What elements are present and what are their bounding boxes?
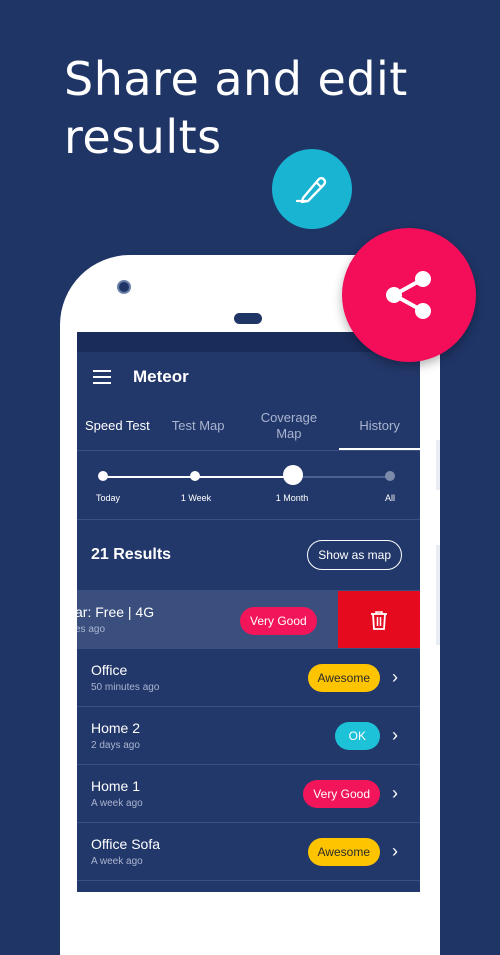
list-item[interactable]: Home 2 2 days ago OK › <box>77 707 420 765</box>
phone-speaker <box>234 313 262 324</box>
slider-label-month: 1 Month <box>275 493 309 503</box>
slider-thumb[interactable] <box>283 465 303 485</box>
row-title: Home 1 <box>91 778 141 794</box>
row-time: A week ago <box>91 856 143 867</box>
row-title: Office Sofa <box>91 836 161 852</box>
slider-label-today: Today <box>95 493 121 503</box>
status-badge: Very Good <box>303 779 380 808</box>
list-item[interactable]: Office Sofa A week ago Awesome › <box>77 823 420 881</box>
status-badge: Awesome <box>307 663 380 692</box>
status-badge: OK <box>334 721 380 750</box>
row-title: ar: Free | 4G <box>77 604 155 620</box>
app-screen: Meteor Speed Test Test Map Coverage Map … <box>77 332 420 892</box>
share-icon <box>386 271 431 319</box>
row-time: 2 days ago <box>91 740 140 751</box>
app-title: Meteor <box>133 367 189 386</box>
slider-stop-all[interactable] <box>385 471 395 481</box>
row-title: Home 2 <box>91 720 141 736</box>
phone-side-button <box>436 545 440 645</box>
phone-camera <box>117 280 131 294</box>
show-as-map-button[interactable]: Show as map <box>307 540 402 570</box>
headline: Share and edit results <box>64 52 408 164</box>
status-badge: Very Good <box>240 607 317 635</box>
results-header: 21 Results Show as map <box>77 520 420 591</box>
share-button[interactable] <box>342 228 476 362</box>
swiped-result-row[interactable]: ar: Free | 4G es ago Very Good <box>77 591 420 649</box>
slider-label-all: All <box>384 493 396 503</box>
tab-test-map[interactable]: Test Map <box>158 402 239 450</box>
slider-label-week: 1 Week <box>180 493 212 503</box>
chevron-right-icon: › <box>392 725 398 745</box>
row-time: A week ago <box>91 798 143 809</box>
row-time: es ago <box>77 624 106 635</box>
status-badge: Awesome <box>307 837 380 866</box>
chevron-right-icon: › <box>392 841 398 861</box>
list-item[interactable]: Home 1 A week ago Very Good › <box>77 765 420 823</box>
slider-stop-week[interactable] <box>190 471 200 481</box>
tab-speed-test[interactable]: Speed Test <box>77 402 158 450</box>
app-bar: Meteor <box>77 352 420 402</box>
list-item[interactable]: Office 50 minutes ago Awesome › <box>77 649 420 707</box>
menu-icon[interactable] <box>93 370 111 384</box>
tab-bar: Speed Test Test Map Coverage Map History <box>77 402 420 451</box>
tab-coverage-map[interactable]: Coverage Map <box>239 402 340 450</box>
delete-button[interactable] <box>338 591 420 648</box>
row-time: 50 minutes ago <box>91 682 160 693</box>
edit-button[interactable] <box>272 149 352 229</box>
chevron-right-icon: › <box>392 783 398 803</box>
results-count: 21 Results <box>91 546 172 563</box>
swiped-row-content: ar: Free | 4G es ago Very Good <box>77 591 338 648</box>
trash-icon <box>371 610 387 630</box>
row-title: Office <box>91 662 128 678</box>
pencil-icon <box>295 176 327 204</box>
slider-stop-today[interactable] <box>98 471 108 481</box>
chevron-right-icon: › <box>392 667 398 687</box>
slider-track-rest <box>293 476 390 478</box>
timeline-slider[interactable]: Today 1 Week 1 Month All <box>77 451 420 520</box>
phone-side-button <box>436 440 440 490</box>
tab-history[interactable]: History <box>339 402 420 450</box>
